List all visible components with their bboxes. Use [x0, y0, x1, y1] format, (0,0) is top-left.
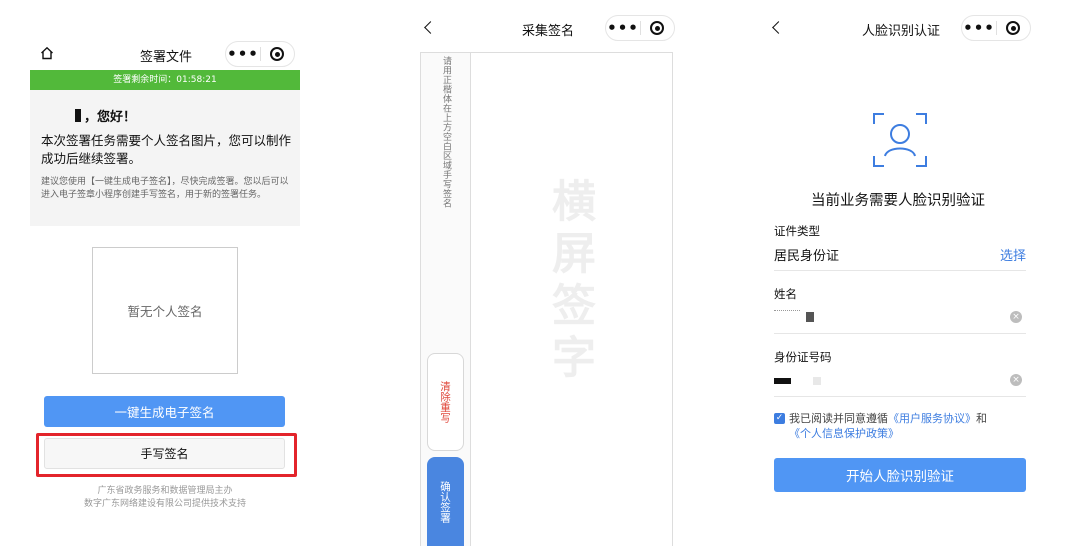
signing-hint: 请用正楷体在上方空白区域手写签名	[441, 56, 451, 208]
user-agreement-link[interactable]: 《用户服务协议》	[888, 412, 976, 425]
id-type-value: 居民身份证	[774, 249, 840, 264]
redacted-name	[41, 111, 71, 121]
clear-button[interactable]: 清除重写	[427, 353, 464, 451]
page-title: 采集签名	[522, 24, 575, 39]
footer-line-1: 广东省政务服务和数据管理局主办	[97, 486, 233, 496]
face-verification-screen: 人脸识别认证 ••• 当前业务需要人脸识别验证 证件类型 居民身份证 选择 姓名…	[760, 0, 1036, 546]
close-miniprogram-icon[interactable]	[261, 47, 294, 61]
confirm-sign-button[interactable]: 确认签署	[427, 457, 464, 546]
privacy-policy-link[interactable]: 《个人信息保护政策》	[789, 427, 899, 440]
more-icon[interactable]: •••	[962, 18, 996, 38]
signature-preview: 暂无个人签名	[92, 247, 238, 374]
agreement-and: 和	[976, 412, 987, 425]
redacted-name-dots	[774, 310, 800, 312]
page-title: 人脸识别认证	[862, 24, 941, 39]
redaction-mark	[774, 378, 791, 384]
redaction-mark	[813, 377, 821, 385]
notice-main-text: 本次签署任务需要个人签名图片，您可以制作成功后继续签署。	[41, 133, 292, 166]
id-type-label: 证件类型	[774, 224, 820, 238]
sign-document-screen: 签署文件 ••• 签署剩余时间：01:58:21 ，您好！ 本次签署任务需要个人…	[30, 0, 300, 546]
more-icon[interactable]: •••	[606, 18, 640, 38]
footer: 广东省政务服务和数据管理局主办 数字广东网络建设有限公司提供技术支持	[30, 485, 300, 511]
generate-signature-button[interactable]: 一键生成电子签名	[44, 396, 285, 427]
greeting: ，您好！	[41, 106, 136, 125]
verification-title: 当前业务需要人脸识别验证	[811, 193, 985, 209]
notice-sub-text: 建议您使用【一键生成电子签名】，尽快完成签署。您以后可以进入电子签章小程序创建手…	[41, 177, 289, 200]
confirm-button-label: 确认签署	[439, 480, 451, 523]
menu-capsule[interactable]: •••	[605, 15, 675, 41]
close-miniprogram-icon[interactable]	[997, 21, 1030, 35]
choose-id-type-link[interactable]: 选择	[1000, 245, 1026, 264]
id-number-label: 身份证号码	[774, 350, 832, 364]
back-icon[interactable]	[772, 21, 785, 34]
id-number-field[interactable]	[774, 370, 1004, 392]
divider	[774, 270, 1026, 271]
countdown-timer: 签署剩余时间：01:58:21	[30, 70, 300, 90]
start-face-verification-button[interactable]: 开始人脸识别验证	[774, 458, 1026, 492]
clear-name-icon[interactable]: ×	[1010, 311, 1022, 323]
redaction-mark	[75, 109, 81, 122]
handwrite-signature-button[interactable]: 手写签名	[44, 438, 285, 469]
agree-checkbox[interactable]: ✓	[774, 413, 785, 424]
clear-id-number-icon[interactable]: ×	[1010, 374, 1022, 386]
greeting-text: ，您好！	[84, 110, 137, 125]
close-miniprogram-icon[interactable]	[641, 21, 674, 35]
home-icon[interactable]	[40, 46, 54, 60]
divider	[774, 333, 1026, 334]
pad-watermark: 横屏签字	[544, 178, 595, 386]
divider	[774, 396, 1026, 397]
agreement-text: 我已阅读并同意遵循《用户服务协议》和 《个人信息保护政策》	[789, 411, 1029, 441]
clear-button-label: 清除重写	[439, 381, 451, 423]
collect-signature-screen: 采集签名 ••• 请用正楷体在上方空白区域手写签名 横屏签字 清除重写 确认签署	[410, 0, 680, 546]
menu-capsule[interactable]: •••	[225, 41, 295, 67]
signature-placeholder: 暂无个人签名	[127, 304, 203, 319]
menu-capsule[interactable]: •••	[961, 15, 1031, 41]
back-icon[interactable]	[424, 21, 437, 34]
name-label: 姓名	[774, 287, 797, 301]
more-icon[interactable]: •••	[226, 44, 260, 64]
name-field[interactable]	[774, 306, 1004, 328]
page-title: 签署文件	[140, 50, 193, 65]
redaction-mark	[806, 312, 814, 322]
footer-line-2: 数字广东网络建设有限公司提供技术支持	[83, 499, 246, 509]
agreement-prefix: 我已阅读并同意遵循	[789, 412, 888, 425]
face-scan-icon	[873, 113, 927, 167]
